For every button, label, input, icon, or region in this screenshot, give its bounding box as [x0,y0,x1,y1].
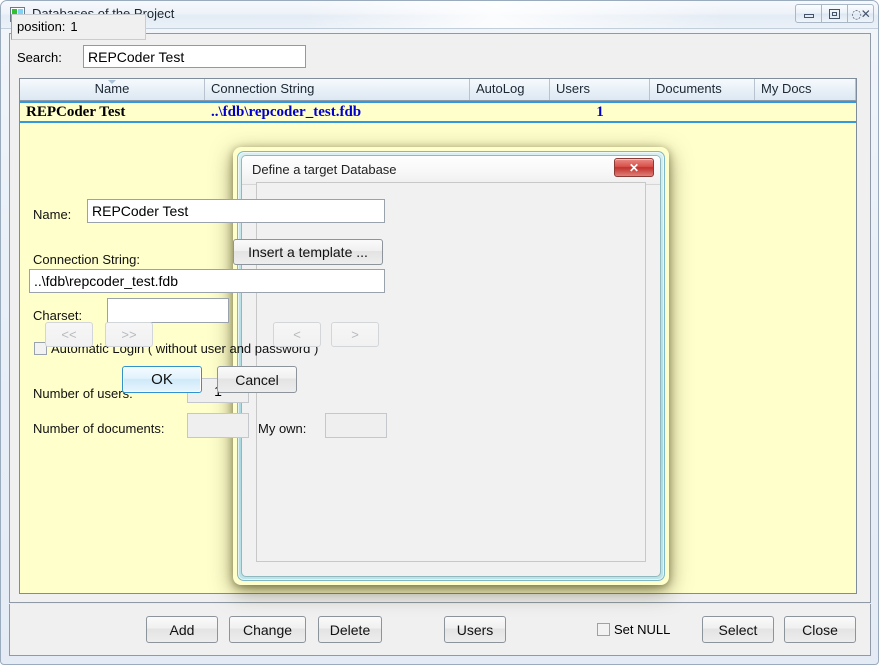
cell-connection-string: ..\fdb\repcoder_test.fdb [211,103,362,120]
dialog-close-button[interactable]: ✕ [614,158,654,177]
number-of-documents-field[interactable] [187,413,249,438]
nav-last-button[interactable]: >> [105,322,153,347]
main-window: Databases of the Project ◌✕ Search: Name… [0,0,879,665]
table-row[interactable]: REPCoder Test ..\fdb\repcoder_test.fdb 1 [20,101,856,123]
select-button[interactable]: Select [702,616,774,643]
dialog-titlebar: Define a target Database ✕ [242,156,660,185]
position-indicator: position: 1 [11,14,146,40]
column-header-documents[interactable]: Documents [650,79,755,100]
number-of-documents-label: Number of documents: [33,421,165,436]
column-header-label: My Docs [761,81,812,96]
maximize-icon [829,8,840,19]
connection-string-label: Connection String: [33,252,140,267]
position-label: position: [17,19,66,34]
column-header-label: Connection String [211,81,315,96]
change-button[interactable]: Change [229,616,306,643]
close-button-bottom[interactable]: Close [784,616,856,643]
cell-name: REPCoder Test [26,103,126,120]
name-field[interactable] [87,199,385,223]
delete-button[interactable]: Delete [318,616,382,643]
column-header-users[interactable]: Users [550,79,650,100]
number-of-users-label: Number of users: [33,386,133,401]
dialog-title: Define a target Database [252,162,397,177]
connection-string-field[interactable] [29,269,385,293]
column-header-my-docs[interactable]: My Docs [755,79,856,100]
add-button[interactable]: Add [146,616,218,643]
cell-users: 1 [596,103,604,120]
insert-template-button[interactable]: Insert a template ... [233,239,383,265]
my-own-label: My own: [258,421,307,436]
column-header-label: AutoLog [476,81,525,96]
search-label: Search: [17,50,62,65]
column-header-autolog[interactable]: AutoLog [470,79,550,100]
set-null-checkbox-box[interactable] [597,623,610,636]
name-label: Name: [33,207,72,222]
charset-label: Charset: [33,308,83,323]
users-button[interactable]: Users [444,616,506,643]
minimize-button[interactable] [795,4,822,23]
set-null-checkbox[interactable]: Set NULL [597,622,670,637]
close-icon: ◌✕ [851,6,871,21]
close-icon: ✕ [628,160,640,175]
grid-header-row: Name Connection String AutoLog Users Documen… [20,79,856,101]
my-own-field[interactable] [325,413,387,438]
search-input[interactable] [83,45,306,68]
charset-field[interactable] [107,298,229,323]
column-header-name[interactable]: Name [20,79,205,100]
nav-previous-button[interactable]: < [273,322,321,347]
column-header-connection-string[interactable]: Connection String [205,79,470,100]
column-header-label: Users [556,81,590,96]
set-null-label: Set NULL [614,622,671,637]
maximize-button[interactable] [821,4,848,23]
window-controls: ◌✕ [795,4,874,23]
cancel-button[interactable]: Cancel [217,366,297,393]
titlebar-sheen [301,1,731,28]
position-value: 1 [70,19,78,34]
nav-first-button[interactable]: << [45,322,93,347]
column-header-label: Documents [656,81,722,96]
nav-next-button[interactable]: > [331,322,379,347]
sort-descending-icon [108,80,116,84]
ok-button[interactable]: OK [122,366,202,393]
close-button[interactable]: ◌✕ [847,4,874,23]
minimize-icon [803,13,814,18]
